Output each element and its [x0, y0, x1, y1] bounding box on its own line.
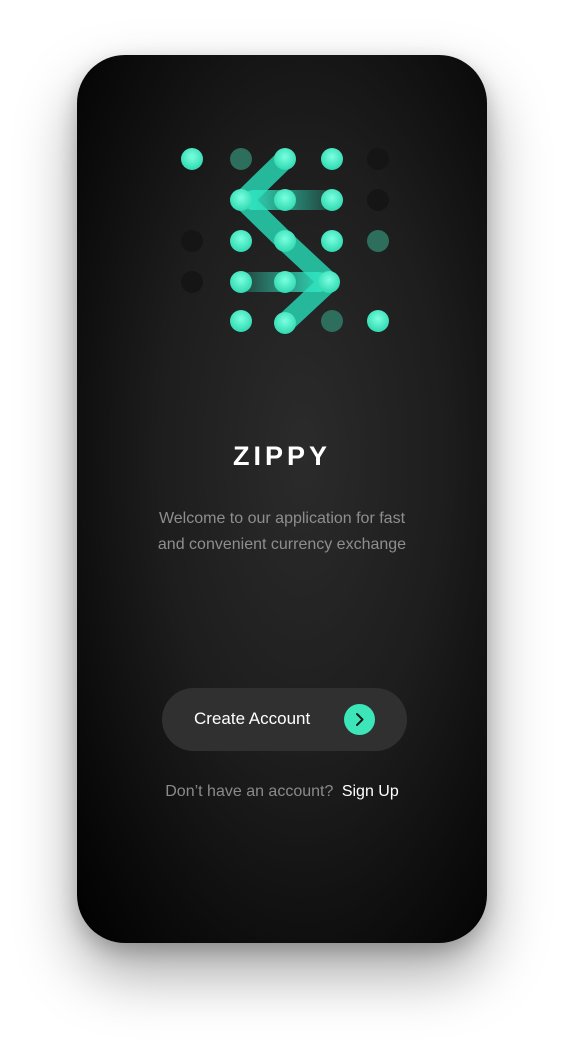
- logo-dot: [321, 189, 343, 211]
- chevron-right-icon: [344, 704, 375, 735]
- logo-dot: [274, 189, 296, 211]
- logo-dot: [230, 230, 252, 252]
- create-account-label: Create Account: [194, 709, 311, 728]
- logo-dot: [321, 148, 343, 170]
- logo-dot: [367, 148, 389, 170]
- logo-dot: [318, 271, 340, 293]
- welcome-text: Welcome to our application for fast and …: [157, 510, 407, 553]
- logo-dot: [181, 148, 203, 170]
- logo-dot: [367, 230, 389, 252]
- logo-dot: [230, 189, 252, 211]
- logo-dot: [181, 230, 203, 252]
- create-account-button[interactable]: Create Account: [162, 688, 407, 751]
- logo-dot: [274, 271, 296, 293]
- signup-row: Don’t have an account? Sign Up: [77, 783, 487, 801]
- logo-dot: [230, 271, 252, 293]
- logo-dot: [321, 230, 343, 252]
- logo-dot: [230, 310, 252, 332]
- logo-dot: [367, 189, 389, 211]
- logo-dot: [181, 271, 203, 293]
- sign-up-link[interactable]: Sign Up: [342, 783, 399, 800]
- logo-icon: [181, 148, 389, 334]
- app-title: ZIPPY: [232, 441, 332, 471]
- logo-dot: [230, 148, 252, 170]
- logo-dot: [274, 230, 296, 252]
- logo-dot: [321, 310, 343, 332]
- signup-prompt: Don’t have an account?: [165, 783, 334, 800]
- phone-screen: ZIPPY Welcome to our application for fas…: [77, 55, 487, 943]
- logo-dot: [367, 310, 389, 332]
- logo-dot: [274, 148, 296, 170]
- logo-dot: [274, 312, 296, 334]
